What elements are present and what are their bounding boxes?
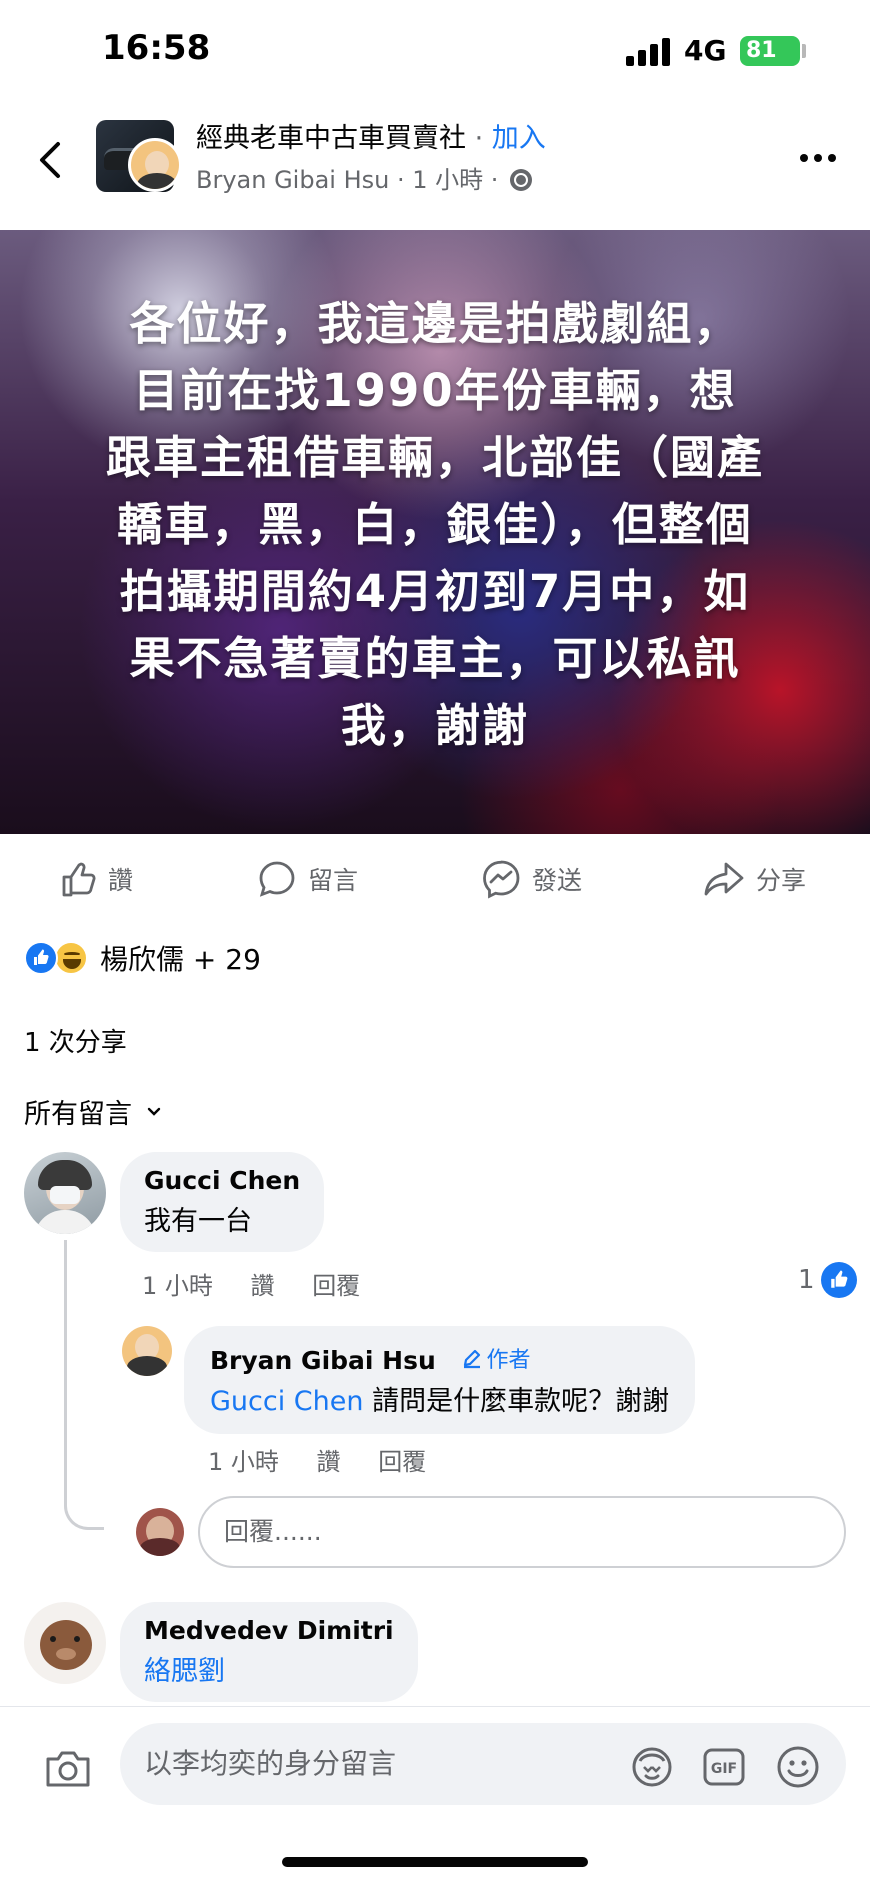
comment-label: 留言 — [308, 866, 359, 895]
comment-reply-button[interactable]: 回覆 — [312, 1272, 360, 1300]
pencil-icon — [463, 1349, 480, 1369]
reply-input[interactable]: 回覆...... — [198, 1496, 846, 1568]
post-action-bar: 讚 留言 發送 分享 — [0, 834, 870, 924]
home-indicator[interactable] — [282, 1857, 588, 1867]
battery-icon: 81 — [740, 36, 800, 66]
avatar-medvedev-dimitri[interactable] — [24, 1602, 106, 1684]
comment-like-button[interactable]: 讚 — [251, 1272, 275, 1300]
comment-icon — [259, 861, 295, 897]
camera-button[interactable] — [42, 1743, 94, 1795]
reaction-summary[interactable]: 楊欣儒 + 29 — [24, 940, 261, 976]
share-button[interactable]: 分享 — [702, 856, 806, 902]
post-text: 各位好，我這邊是拍戲劇組， 目前在找1990年份車輛，想 跟車主租借車輛，北部佳… — [60, 290, 810, 759]
comment-composer-bar: 以李均奕的身分留言 GIF — [0, 1706, 870, 1882]
comment-like-button[interactable]: 讚 — [317, 1448, 341, 1476]
share-arrow-icon — [704, 862, 744, 896]
avatar-gucci-chen[interactable] — [24, 1152, 106, 1234]
comment-like-count[interactable]: 1 — [798, 1262, 857, 1298]
group-title: 經典老車中古車買賣社 · 加入 — [196, 116, 546, 155]
haha-reaction-icon — [54, 941, 88, 975]
post-header: 經典老車中古車買賣社 · 加入 Bryan Gibai Hsu · 1 小時 · — [0, 100, 870, 230]
svg-text:GIF: GIF — [711, 1761, 737, 1777]
gif-icon: GIF — [703, 1748, 745, 1786]
like-reaction-icon — [820, 1262, 857, 1298]
like-label: 讚 — [108, 866, 134, 895]
mention-link[interactable]: 絡腮劉 — [144, 1656, 225, 1687]
post-line: 拍攝期間約4月初到7月中，如 — [119, 565, 751, 618]
commenter-name[interactable]: Gucci Chen — [144, 1166, 300, 1195]
comment-bubble[interactable]: Bryan Gibai Hsu 作者 Gucci Chen 請問是什麼車款呢？謝… — [184, 1326, 696, 1434]
author-name[interactable]: Bryan Gibai Hsu — [196, 166, 389, 194]
share-label: 分享 — [756, 866, 807, 895]
author-avatar[interactable] — [128, 138, 182, 192]
comment-actions: 1 小時 讚 回覆 — [142, 1266, 390, 1301]
more-horizontal-icon — [800, 154, 808, 162]
post-image[interactable]: 各位好，我這邊是拍戲劇組， 目前在找1990年份車輛，想 跟車主租借車輛，北部佳… — [0, 230, 870, 834]
like-count-number: 1 — [798, 1265, 815, 1295]
post-time[interactable]: 1 小時 — [412, 166, 483, 194]
current-user-avatar — [136, 1508, 184, 1556]
title-separator: · — [466, 123, 492, 154]
group-name-link[interactable]: 經典老車中古車買賣社 — [196, 123, 466, 154]
join-button[interactable]: 加入 — [492, 123, 546, 154]
avatar-sticker-button[interactable] — [628, 1743, 676, 1791]
comment-text: 絡腮劉 — [144, 1649, 394, 1688]
post-line: 跟車主租借車輛，北部佳（國產 — [105, 431, 764, 484]
like-button[interactable]: 讚 — [58, 856, 133, 902]
comment-button[interactable]: 留言 — [256, 856, 358, 902]
battery-tip — [802, 44, 806, 58]
send-label: 發送 — [532, 866, 583, 895]
more-options-button[interactable] — [800, 148, 844, 168]
post-line: 各位好，我這邊是拍戲劇組， — [129, 297, 741, 350]
comment-bubble[interactable]: Medvedev Dimitri 絡腮劉 — [120, 1602, 418, 1702]
messenger-icon — [483, 860, 520, 899]
author-badge-label: 作者 — [486, 1348, 531, 1373]
globe-icon — [510, 169, 533, 191]
comment-text: 我有一台 — [144, 1206, 252, 1237]
battery-level: 81 — [746, 38, 777, 63]
commenter-name-link[interactable]: Bryan Gibai Hsu — [210, 1346, 436, 1375]
status-bar: 16:58 4G 81 — [0, 0, 870, 100]
comment-time[interactable]: 1 小時 — [208, 1448, 279, 1476]
avatar-sticker-icon — [632, 1747, 672, 1787]
chevron-down-icon — [147, 1107, 161, 1116]
author-badge: 作者 — [461, 1342, 531, 1374]
post-line: 目前在找1990年份車輛，想 — [133, 364, 737, 417]
reaction-count: 楊欣儒 + 29 — [100, 943, 261, 976]
post-meta: Bryan Gibai Hsu · 1 小時 · — [196, 160, 533, 195]
comment-time[interactable]: 1 小時 — [142, 1272, 213, 1300]
post-line: 我，謝謝 — [340, 699, 529, 752]
comment-actions: 1 小時 讚 回覆 — [208, 1442, 456, 1477]
signal-icon — [626, 38, 670, 66]
network-type: 4G — [684, 34, 727, 67]
commenter-name[interactable]: Medvedev Dimitri — [144, 1616, 394, 1645]
emoji-button[interactable] — [774, 1743, 822, 1791]
comment-reply-button[interactable]: 回覆 — [378, 1448, 426, 1476]
thumbs-up-icon — [62, 862, 96, 897]
back-button[interactable] — [30, 130, 74, 190]
emoji-icon — [777, 1746, 819, 1788]
comment-body: 請問是什麼車款呢？謝謝 — [363, 1386, 670, 1417]
comment-text: Gucci Chen 請問是什麼車款呢？謝謝 — [210, 1379, 669, 1418]
thread-line — [64, 1240, 104, 1530]
commenter-name: Bryan Gibai Hsu 作者 — [210, 1342, 669, 1375]
status-time: 16:58 — [102, 28, 211, 68]
send-button[interactable]: 發送 — [480, 856, 582, 902]
share-count[interactable]: 1 次分享 — [24, 1022, 127, 1059]
post-line: 果不急著賣的車主，可以私訊 — [129, 632, 741, 685]
post-line: 轎車，黑，白，銀佳），但整個 — [117, 498, 753, 551]
avatar-bryan-gibai-hsu[interactable] — [122, 1326, 172, 1376]
gif-button[interactable]: GIF — [700, 1743, 748, 1791]
comment-filter-dropdown[interactable]: 所有留言 — [24, 1092, 162, 1131]
comment-bubble[interactable]: Gucci Chen 我有一台 — [120, 1152, 325, 1252]
mention-link[interactable]: Gucci Chen — [210, 1386, 364, 1417]
comment-filter-label: 所有留言 — [24, 1099, 132, 1130]
chevron-left-icon — [40, 142, 60, 178]
camera-icon — [46, 1751, 90, 1787]
like-reaction-icon — [24, 941, 58, 975]
